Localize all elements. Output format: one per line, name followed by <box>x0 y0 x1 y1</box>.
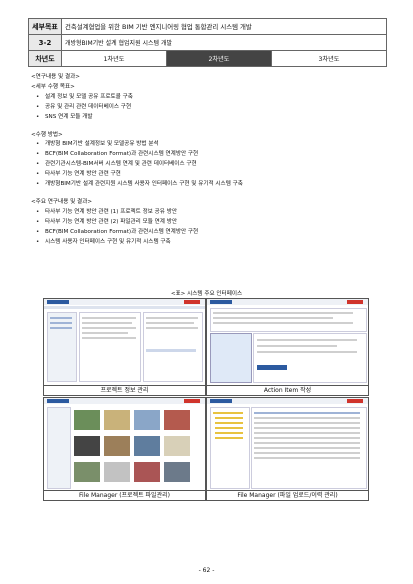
header-table: 세부목표 건축설계협업을 위한 BIM 기반 엔지니어링 협업 통합관리 시스템… <box>28 18 387 67</box>
task-label: 세부목표 <box>28 18 62 35</box>
year-2: 2차년도 <box>166 50 272 67</box>
figure-title: <표> 시스템 주요 인터페이스 <box>170 291 243 297</box>
caption-file-manager-upload: File Manager (파일 업로드/이력 관리) <box>206 490 369 501</box>
section-results: <주요 연구내용 및 결과> 타사부 기능 연계 방안 관련 (1) 프로젝트 … <box>31 198 381 248</box>
section-title: <주요 연구내용 및 결과> <box>31 198 93 205</box>
list-item: 개방형BIM기반 설계 관련지원 시스템 사용자 인터페이스 구현 및 유기적 … <box>31 180 381 190</box>
list-item: 타사부 기능 연계 방안 관련 (1) 프로젝트 정보 공유 방안 <box>31 208 381 218</box>
list-item: 개방형 BIM기반 설계정보 및 모델공유 방법 분석 <box>31 140 381 150</box>
document-page: 세부목표 건축설계협업을 위한 BIM 기반 엔지니어링 협업 통합관리 시스템… <box>0 0 413 584</box>
page-number: - 62 - <box>198 567 215 574</box>
figure-grid: 프로젝트 정보 관리 Action Item 작성 File Manager (… <box>43 298 369 501</box>
list-item: SNS 연계 모듈 개발 <box>31 113 381 123</box>
caption-project-info: 프로젝트 정보 관리 <box>43 385 206 396</box>
sub-text: 개방형BIM기반 설계 협업지원 시스템 개발 <box>61 34 387 51</box>
list-item: BCF(BIM Collaboration Format)과 관련시스템 연계방… <box>31 228 381 238</box>
list-item: 시스템 사용자 인터페이스 구현 및 유기적 시스템 구축 <box>31 238 381 248</box>
content-heading: <연구내용 및 결과> <box>31 74 80 80</box>
year-1: 1차년도 <box>61 50 167 67</box>
list-item: 관련기관시스템-BIM서버 시스템 연계 및 관련 데이터베이스 구현 <box>31 160 381 170</box>
year-3: 3차년도 <box>271 50 387 67</box>
list-item: 공유 및 관리 관련 데이터베이스 구현 <box>31 103 381 113</box>
list-item: 타사부 기능 연계 방안 관련 (2) 파일관리 모듈 연계 방안 <box>31 218 381 228</box>
list-item: BCF(BIM Collaboration Format)과 관련시스템 연계방… <box>31 150 381 160</box>
section-title: <세부 수행 목표> <box>31 83 75 90</box>
screenshot-file-manager-upload <box>206 397 369 491</box>
section-method: <수행 방법> 개방형 BIM기반 설계정보 및 모델공유 방법 분석 BCF(… <box>31 131 381 190</box>
screenshot-action-item <box>206 298 369 386</box>
section-title: <수행 방법> <box>31 131 63 138</box>
caption-action-item: Action Item 작성 <box>206 385 369 396</box>
content-body: <연구내용 및 결과> <세부 수행 목표> 설계 정보 및 모델 공유 프로토… <box>31 73 381 248</box>
section-goals: <세부 수행 목표> 설계 정보 및 모델 공유 프로토콜 구축 공유 및 관리… <box>31 83 381 123</box>
screenshot-file-manager-project <box>43 397 206 491</box>
task-text: 건축설계협업을 위한 BIM 기반 엔지니어링 협업 통합관리 시스템 개발 <box>61 18 387 35</box>
caption-file-manager-project: File Manager (프로젝트 파일관리) <box>43 490 206 501</box>
list-item: 타사부 기능 연계 방안 관련 구현 <box>31 170 381 180</box>
year-label: 차년도 <box>28 50 62 67</box>
screenshot-project-info <box>43 298 206 386</box>
sub-label: 3-2 <box>28 34 62 51</box>
list-item: 설계 정보 및 모델 공유 프로토콜 구축 <box>31 93 381 103</box>
